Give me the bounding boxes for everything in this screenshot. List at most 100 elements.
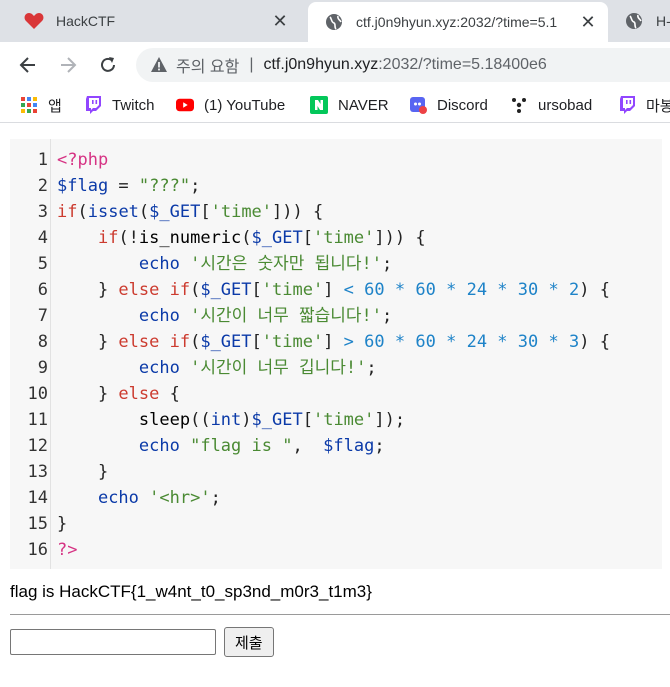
security-label[interactable]: 주의 요함 <box>176 53 239 77</box>
code-token: else <box>118 384 160 404</box>
code-token: ] <box>323 280 344 300</box>
toolbar: 주의 요함 | ctf.j0n9hyun.xyz:2032/?time=5.18… <box>0 42 670 88</box>
code-token: (! <box>118 228 139 248</box>
code-line: if(!is_numeric($_GET['time'])) { <box>57 225 610 251</box>
bookmark-mabong[interactable]: 마봉 <box>618 94 670 116</box>
close-icon[interactable]: ✕ <box>270 11 290 32</box>
code-token: ])) { <box>272 202 324 222</box>
twitch-icon <box>618 96 636 114</box>
code-line: } else { <box>57 381 610 407</box>
bookmark-label: NAVER <box>338 96 389 114</box>
code-token: 60 <box>364 280 385 300</box>
code-token: * <box>538 280 569 300</box>
bookmark-discord[interactable]: Discord <box>409 94 488 116</box>
code-line: echo '<hr>'; <box>57 485 610 511</box>
address-bar[interactable]: 주의 요함 | ctf.j0n9hyun.xyz:2032/?time=5.18… <box>136 48 670 82</box>
line-number: 13 <box>27 462 48 482</box>
code-token: ])) { <box>374 228 426 248</box>
code-token: "???" <box>138 176 191 196</box>
code-token: [ <box>251 332 262 352</box>
code-line: } <box>57 511 610 537</box>
code-token: [ <box>302 410 313 430</box>
code-token: * <box>384 332 416 352</box>
close-icon[interactable]: ✕ <box>578 12 598 33</box>
reload-button[interactable] <box>96 53 120 77</box>
back-button[interactable] <box>16 53 40 77</box>
url-host: ctf.j0n9hyun.xyz <box>263 56 379 73</box>
code-token: [ <box>302 228 313 248</box>
code-token: ( <box>190 332 201 352</box>
bookmark-apps[interactable]: 앱 <box>20 94 62 116</box>
code-token: = <box>108 176 139 196</box>
line-number: 1 <box>37 150 48 170</box>
code-token: > <box>343 332 354 352</box>
submit-button[interactable]: 제출 <box>224 627 274 657</box>
gutter-divider <box>50 139 51 569</box>
code-token: 60 <box>364 332 385 352</box>
tab-h[interactable]: H- <box>612 0 670 42</box>
code-token: * <box>487 280 518 300</box>
code-token: ( <box>190 280 201 300</box>
warning-icon <box>151 57 167 72</box>
code-token: else if <box>118 332 191 352</box>
reload-icon <box>101 57 115 72</box>
code-token: echo <box>138 306 180 326</box>
code-token: } <box>57 462 109 482</box>
time-input[interactable] <box>10 629 216 655</box>
code-token: '시간이 너무 짧습니다!' <box>190 306 383 326</box>
tab-hackctf[interactable]: HackCTF ✕ <box>0 0 300 42</box>
horizontal-rule <box>10 614 670 615</box>
line-number: 11 <box>27 410 48 430</box>
tab-active[interactable]: ctf.j0n9hyun.xyz:2032/?time=5.1 ✕ <box>308 2 608 42</box>
code-line: <?php <box>57 147 610 173</box>
code-token: ; <box>190 176 201 196</box>
bookmark-ursobad[interactable]: ursobad <box>510 94 592 116</box>
time-form: 제출 <box>10 627 274 657</box>
code-token: '시간이 너무 깁니다!' <box>190 358 367 378</box>
forward-button[interactable] <box>56 53 80 77</box>
bookmark-youtube[interactable]: (1) YouTube <box>176 94 285 116</box>
url-path: :2032/?time=5.18400e6 <box>378 56 547 73</box>
separator: | <box>249 56 254 73</box>
line-number-gutter: 1 2 3 4 5 6 7 8 9 10 11 12 13 14 15 16 <box>10 147 48 563</box>
code-token: int <box>210 410 242 430</box>
code-token: "flag is " <box>190 436 293 456</box>
code-line: if(isset($_GET['time'])) { <box>57 199 610 225</box>
code-token: 2 <box>568 280 580 300</box>
code-token: 'time' <box>261 332 324 352</box>
code-token: $flag <box>57 176 109 196</box>
code-token: } <box>57 332 119 352</box>
code-token: ; <box>210 488 221 508</box>
tab-label: HackCTF <box>56 13 116 29</box>
bookmarks-bar: 앱 Twitch (1) YouTube NAVER Discord ursob… <box>0 88 670 123</box>
bookmark-twitch[interactable]: Twitch <box>84 94 155 116</box>
code-line: } <box>57 459 610 485</box>
code-token: is_numeric <box>138 228 242 248</box>
code-token: (( <box>190 410 211 430</box>
heart-icon <box>24 11 44 31</box>
code-token: else if <box>118 280 191 300</box>
code-token: * <box>435 280 467 300</box>
line-number: 9 <box>37 358 48 378</box>
bookmark-naver[interactable]: NAVER <box>310 94 389 116</box>
code-token: $_GET <box>251 410 303 430</box>
line-number: 12 <box>27 436 48 456</box>
bookmark-label: Discord <box>437 96 488 114</box>
youtube-icon <box>176 96 194 114</box>
code-line: echo "flag is ", $flag; <box>57 433 610 459</box>
flag-output: flag is HackCTF{1_w4nt_t0_sp3nd_m0r3_t1m… <box>10 582 372 601</box>
code-token: echo <box>138 358 180 378</box>
code-token: 3 <box>568 332 580 352</box>
code-token: ; <box>382 254 393 274</box>
code-token: ) <box>241 410 252 430</box>
line-number: 16 <box>27 540 48 560</box>
